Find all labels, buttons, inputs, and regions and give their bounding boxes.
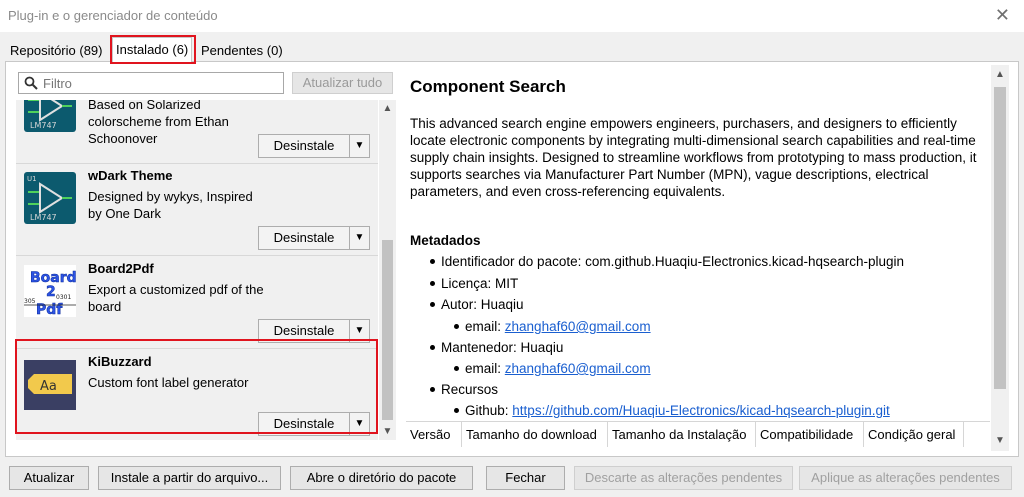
uninstall-split-button: Desinstale ▼	[258, 319, 370, 343]
package-name: Board2Pdf	[88, 261, 154, 276]
maintainer-text: Mantenedor: Huaqiu	[441, 340, 564, 355]
svg-text:2: 2	[46, 284, 56, 300]
svg-text:Pdf: Pdf	[36, 302, 63, 318]
install-from-file-button[interactable]: Instale a partir do arquivo...	[98, 466, 281, 490]
details-scrollbar[interactable]: ▲ ▼	[991, 65, 1009, 451]
chevron-up-icon[interactable]: ▲	[379, 100, 396, 117]
title-bar: Plug-in e o gerenciador de conteúdo ✕	[0, 0, 1024, 32]
chevron-down-icon[interactable]: ▼	[349, 227, 369, 249]
resources-text: Recursos	[441, 382, 499, 397]
apply-changes-button[interactable]: Aplique as alterações pendentes	[799, 466, 1012, 490]
column-header-install-size[interactable]: Tamanho da Instalação	[608, 422, 756, 447]
svg-text:0301: 0301	[56, 294, 71, 301]
svg-text:LM747: LM747	[30, 213, 57, 222]
filter-input[interactable]	[43, 74, 279, 92]
list-item: email: zhanghaf60@gmail.com	[454, 319, 651, 334]
chevron-down-icon[interactable]: ▼	[349, 135, 369, 157]
chevron-up-icon[interactable]: ▲	[991, 67, 1009, 83]
list-item: Recursos	[430, 382, 498, 397]
uninstall-button[interactable]: Desinstale	[259, 413, 349, 435]
chevron-down-icon[interactable]: ▼	[991, 433, 1009, 449]
open-package-dir-button[interactable]: Abre o diretório do pacote	[290, 466, 473, 490]
package-description: Export a customized pdf of the board	[88, 282, 264, 314]
list-item[interactable]: Aa KiBuzzard Custom font label generator…	[16, 350, 378, 440]
metadata-heading: Metadados	[410, 233, 481, 248]
refresh-button[interactable]: Atualizar	[9, 466, 89, 490]
package-description: Based on Solarized colorscheme from Etha…	[88, 100, 229, 146]
versions-table-header: Versão Tamanho do download Tamanho da In…	[406, 421, 990, 447]
list-item: Identificador do pacote: com.github.Huaq…	[430, 254, 904, 269]
list-item[interactable]: Board 2 Pdf 305 0301 Board2Pdf Export a …	[16, 257, 378, 349]
package-identifier: Identificador do pacote: com.github.Huaq…	[441, 254, 905, 269]
github-label: Github:	[465, 403, 509, 418]
lm747-chip-icon: LM747	[24, 100, 76, 132]
filter-box	[18, 72, 284, 94]
package-list: LM747 Based on Solarized colorscheme fro…	[16, 100, 378, 440]
email-label: email:	[465, 361, 502, 376]
svg-text:U1: U1	[27, 175, 37, 183]
package-details: Component Search This advanced search en…	[400, 65, 990, 421]
chevron-down-icon[interactable]: ▼	[379, 423, 396, 440]
uninstall-split-button: Desinstale ▼	[258, 226, 370, 250]
column-header-download-size[interactable]: Tamanho do download	[462, 422, 608, 447]
uninstall-button[interactable]: Desinstale	[259, 227, 349, 249]
chevron-down-icon[interactable]: ▼	[349, 413, 369, 435]
uninstall-split-button: Desinstale ▼	[258, 412, 370, 436]
column-header-compatibility[interactable]: Compatibilidade	[756, 422, 864, 447]
package-description: Designed by wykys, Inspired by One Dark	[88, 189, 253, 221]
kibuzzard-icon: Aa	[24, 360, 76, 410]
package-description: Custom font label generator	[88, 375, 249, 390]
list-item: email: zhanghaf60@gmail.com	[454, 361, 651, 376]
list-item[interactable]: U1 LM747 wDark Theme Designed by wykys, …	[16, 164, 378, 256]
uninstall-split-button: Desinstale ▼	[258, 134, 370, 158]
author-email-link[interactable]: zhanghaf60@gmail.com	[505, 319, 651, 334]
tab-repository[interactable]: Repositório (89)	[7, 40, 106, 62]
maintainer-email-link[interactable]: zhanghaf60@gmail.com	[505, 361, 651, 376]
close-button[interactable]: Fechar	[486, 466, 565, 490]
lm747-chip-icon: U1 LM747	[24, 172, 76, 224]
svg-text:LM747: LM747	[30, 121, 57, 130]
package-name: wDark Theme	[88, 168, 173, 183]
list-item: Autor: Huaqiu	[430, 297, 524, 312]
uninstall-button[interactable]: Desinstale	[259, 135, 349, 157]
list-item[interactable]: LM747 Based on Solarized colorscheme fro…	[16, 100, 378, 164]
github-link[interactable]: https://github.com/Huaqiu-Electronics/ki…	[512, 403, 889, 418]
package-list-scrollbar[interactable]: ▲ ▼	[379, 100, 396, 440]
chevron-down-icon[interactable]: ▼	[349, 320, 369, 342]
tab-pending[interactable]: Pendentes (0)	[198, 40, 286, 62]
email-label: email:	[465, 319, 502, 334]
discard-changes-button[interactable]: Descarte as alterações pendentes	[574, 466, 793, 490]
board2pdf-icon: Board 2 Pdf 305 0301	[24, 265, 77, 318]
column-header-version[interactable]: Versão	[406, 422, 462, 447]
author-text: Autor: Huaqiu	[441, 297, 524, 312]
search-icon	[24, 76, 38, 90]
details-description: This advanced search engine empowers eng…	[410, 116, 977, 199]
refresh-all-button[interactable]: Atualizar tudo	[292, 72, 393, 94]
tab-bar: Repositório (89) Instalado (6) Pendentes…	[0, 32, 1024, 63]
tab-installed[interactable]: Instalado (6)	[112, 37, 193, 63]
uninstall-button[interactable]: Desinstale	[259, 320, 349, 342]
details-title: Component Search	[410, 77, 566, 96]
close-icon[interactable]: ✕	[995, 4, 1010, 26]
svg-text:Aa: Aa	[40, 379, 57, 394]
svg-text:305: 305	[24, 298, 36, 305]
column-header-status[interactable]: Condição geral	[864, 422, 964, 447]
list-item: Mantenedor: Huaqiu	[430, 340, 563, 355]
license-text: Licença: MIT	[441, 276, 519, 291]
scrollbar-thumb[interactable]	[994, 87, 1006, 389]
window-title: Plug-in e o gerenciador de conteúdo	[8, 8, 218, 23]
package-list-pane: Atualizar tudo LM747 Based on Solarized …	[12, 66, 405, 454]
scrollbar-thumb[interactable]	[382, 240, 393, 420]
package-name: KiBuzzard	[88, 354, 152, 369]
main-panel: Atualizar tudo LM747 Based on Solarized …	[5, 61, 1019, 457]
list-item: Github: https://github.com/Huaqiu-Electr…	[454, 403, 890, 418]
list-item: Licença: MIT	[430, 276, 518, 291]
